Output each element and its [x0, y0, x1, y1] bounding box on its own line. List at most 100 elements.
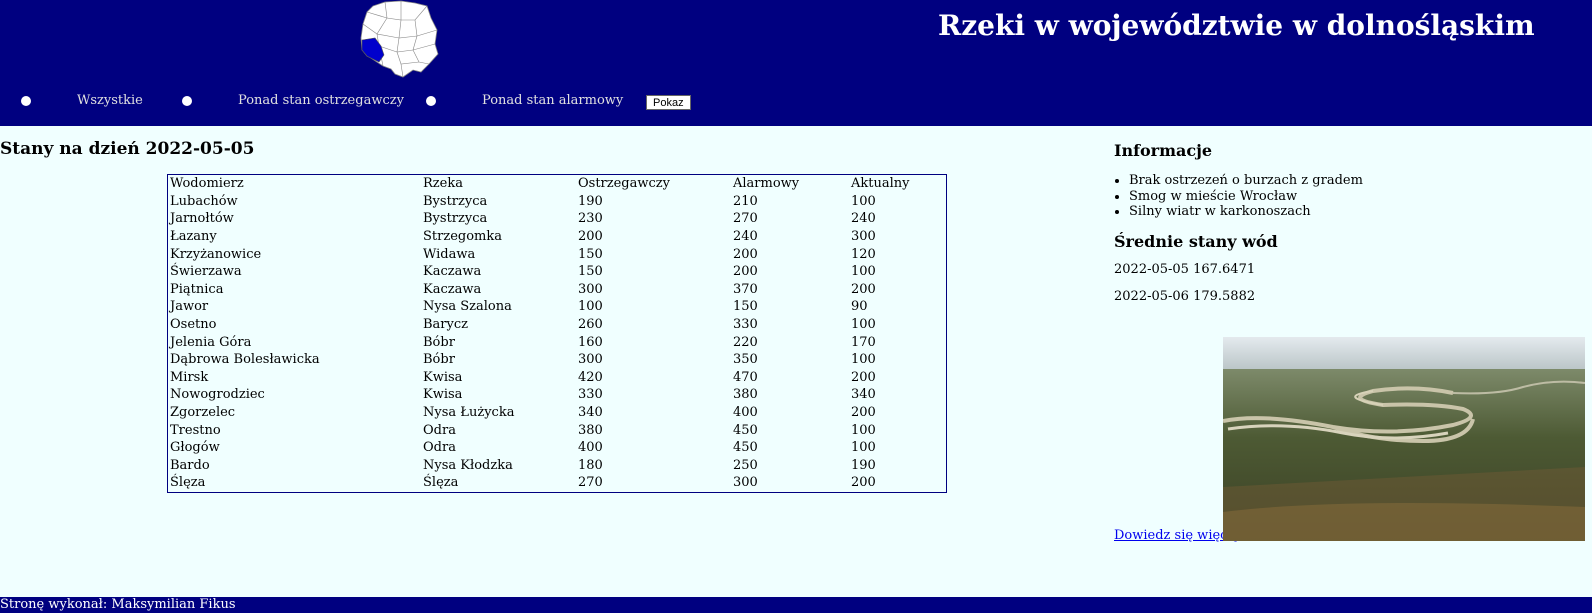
table-cell: Strzegomka [423, 229, 502, 245]
table-cell: Kwisa [423, 387, 463, 403]
list-item: Silny wiatr w karkonoszach [1129, 204, 1363, 220]
column-header: Rzeka [423, 176, 463, 192]
table-cell: 90 [851, 299, 868, 315]
column-header: Wodomierz [170, 176, 244, 192]
table-cell: Łazany [170, 229, 217, 245]
table-cell: Ślęza [423, 475, 459, 491]
table-cell: 350 [733, 352, 758, 368]
header-banner: Rzeki w województwie w dolnośląskim Wszy… [0, 0, 1592, 126]
radio-label-all: Wszystkie [77, 93, 143, 108]
averages-heading: Średnie stany wód [1114, 232, 1278, 251]
table-cell: Kwisa [423, 369, 463, 385]
table-cell: Bóbr [423, 334, 455, 350]
table-cell: 200 [851, 369, 876, 385]
page-title: Rzeki w województwie w dolnośląskim [938, 9, 1535, 42]
table-cell: Nysa Kłodzka [423, 457, 513, 473]
table-cell: Bóbr [423, 352, 455, 368]
table-cell: 240 [851, 211, 876, 227]
river-photo [1223, 337, 1585, 541]
table-cell: Kaczawa [423, 281, 482, 297]
table-cell: Bardo [170, 457, 210, 473]
average-value: 2022-05-05 167.6471 [1114, 262, 1256, 277]
table-cell: Jelenia Góra [170, 334, 252, 350]
table-cell: Świerzawa [170, 264, 242, 280]
table-cell: 470 [733, 369, 758, 385]
table-row: Lubachów Bystrzyca 190 210 100 [170, 193, 944, 211]
table-cell: Kaczawa [423, 264, 482, 280]
info-list: Brak ostrzezeń o burzach z gradem Smog w… [1104, 173, 1363, 220]
table-cell: 100 [851, 440, 876, 456]
table-cell: 200 [733, 264, 758, 280]
table-cell: Jarnołtów [170, 211, 234, 227]
table-row: Jarnołtów Bystrzyca 230 270 240 [170, 210, 944, 228]
table-cell: Widawa [423, 246, 476, 262]
radio-above-alarm[interactable] [426, 96, 436, 106]
table-cell: 100 [578, 299, 603, 315]
table-cell: 160 [578, 334, 603, 350]
table-cell: 380 [578, 422, 603, 438]
table-cell: 450 [733, 440, 758, 456]
table-row: Trestno Odra 380 450 100 [170, 421, 944, 439]
table-cell: 170 [851, 334, 876, 350]
table-row: Mirsk Kwisa 420 470 200 [170, 369, 944, 387]
table-cell: Ślęza [170, 475, 206, 491]
average-value: 2022-05-06 179.5882 [1114, 289, 1256, 304]
table-row: Osetno Barycz 260 330 100 [170, 316, 944, 334]
table-cell: 330 [733, 317, 758, 333]
table-cell: 330 [578, 387, 603, 403]
table-cell: Mirsk [170, 369, 209, 385]
table-row: Piątnica Kaczawa 300 370 200 [170, 281, 944, 299]
table-cell: 200 [851, 475, 876, 491]
radio-all[interactable] [21, 96, 31, 106]
table-row: Krzyżanowice Widawa 150 200 120 [170, 245, 944, 263]
table-cell: 190 [851, 457, 876, 473]
column-header: Ostrzegawczy [578, 176, 670, 192]
table-cell: 100 [851, 317, 876, 333]
info-sidebar: Informacje Brak ostrzezeń o burzach z gr… [1104, 141, 1592, 581]
table-cell: Nowogrodziec [170, 387, 265, 403]
table-cell: 240 [733, 229, 758, 245]
table-cell: 270 [578, 475, 603, 491]
table-cell: 150 [733, 299, 758, 315]
table-cell: 260 [578, 317, 603, 333]
table-cell: Barycz [423, 317, 468, 333]
water-levels-table: Wodomierz Rzeka Ostrzegawczy Alarmowy Ak… [167, 174, 947, 493]
table-cell: 420 [578, 369, 603, 385]
table-cell: Bystrzyca [423, 211, 488, 227]
filter-form: Wszystkie Ponad stan ostrzegawczy Ponad … [0, 92, 700, 112]
table-cell: 150 [578, 264, 603, 280]
table-cell: 190 [578, 193, 603, 209]
table-cell: 370 [733, 281, 758, 297]
column-header: Aktualny [851, 176, 910, 192]
table-cell: 340 [578, 405, 603, 421]
table-cell: Nysa Szalona [423, 299, 512, 315]
show-button[interactable]: Pokaz [646, 95, 691, 110]
table-cell: 200 [578, 229, 603, 245]
table-cell: Trestno [170, 422, 221, 438]
table-cell: Krzyżanowice [170, 246, 262, 262]
table-cell: 270 [733, 211, 758, 227]
table-cell: 300 [851, 229, 876, 245]
table-cell: Lubachów [170, 193, 238, 209]
learn-more-link[interactable]: Dowiedz się więcej [1114, 528, 1239, 543]
table-cell: 340 [851, 387, 876, 403]
table-cell: 200 [851, 281, 876, 297]
table-cell: 100 [851, 352, 876, 368]
table-cell: Bystrzyca [423, 193, 488, 209]
table-cell: 150 [578, 246, 603, 262]
table-cell: 200 [851, 405, 876, 421]
poland-map-logo [360, 0, 439, 78]
table-cell: Nysa Łużycka [423, 405, 515, 421]
table-row: Ślęza Ślęza 270 300 200 [170, 474, 944, 492]
table-cell: 100 [851, 193, 876, 209]
table-row: Głogów Odra 400 450 100 [170, 439, 944, 457]
table-row: Nowogrodziec Kwisa 330 380 340 [170, 386, 944, 404]
table-cell: 300 [578, 281, 603, 297]
table-cell: 380 [733, 387, 758, 403]
table-cell: Piątnica [170, 281, 224, 297]
radio-above-warning[interactable] [182, 96, 192, 106]
table-cell: 180 [578, 457, 603, 473]
table-cell: Zgorzelec [170, 405, 236, 421]
table-body: Lubachów Bystrzyca 190 210 100 Jarnołtów Bystr… [170, 193, 944, 492]
footer: Stronę wykonał: Maksymilian Fikus [0, 597, 1592, 613]
